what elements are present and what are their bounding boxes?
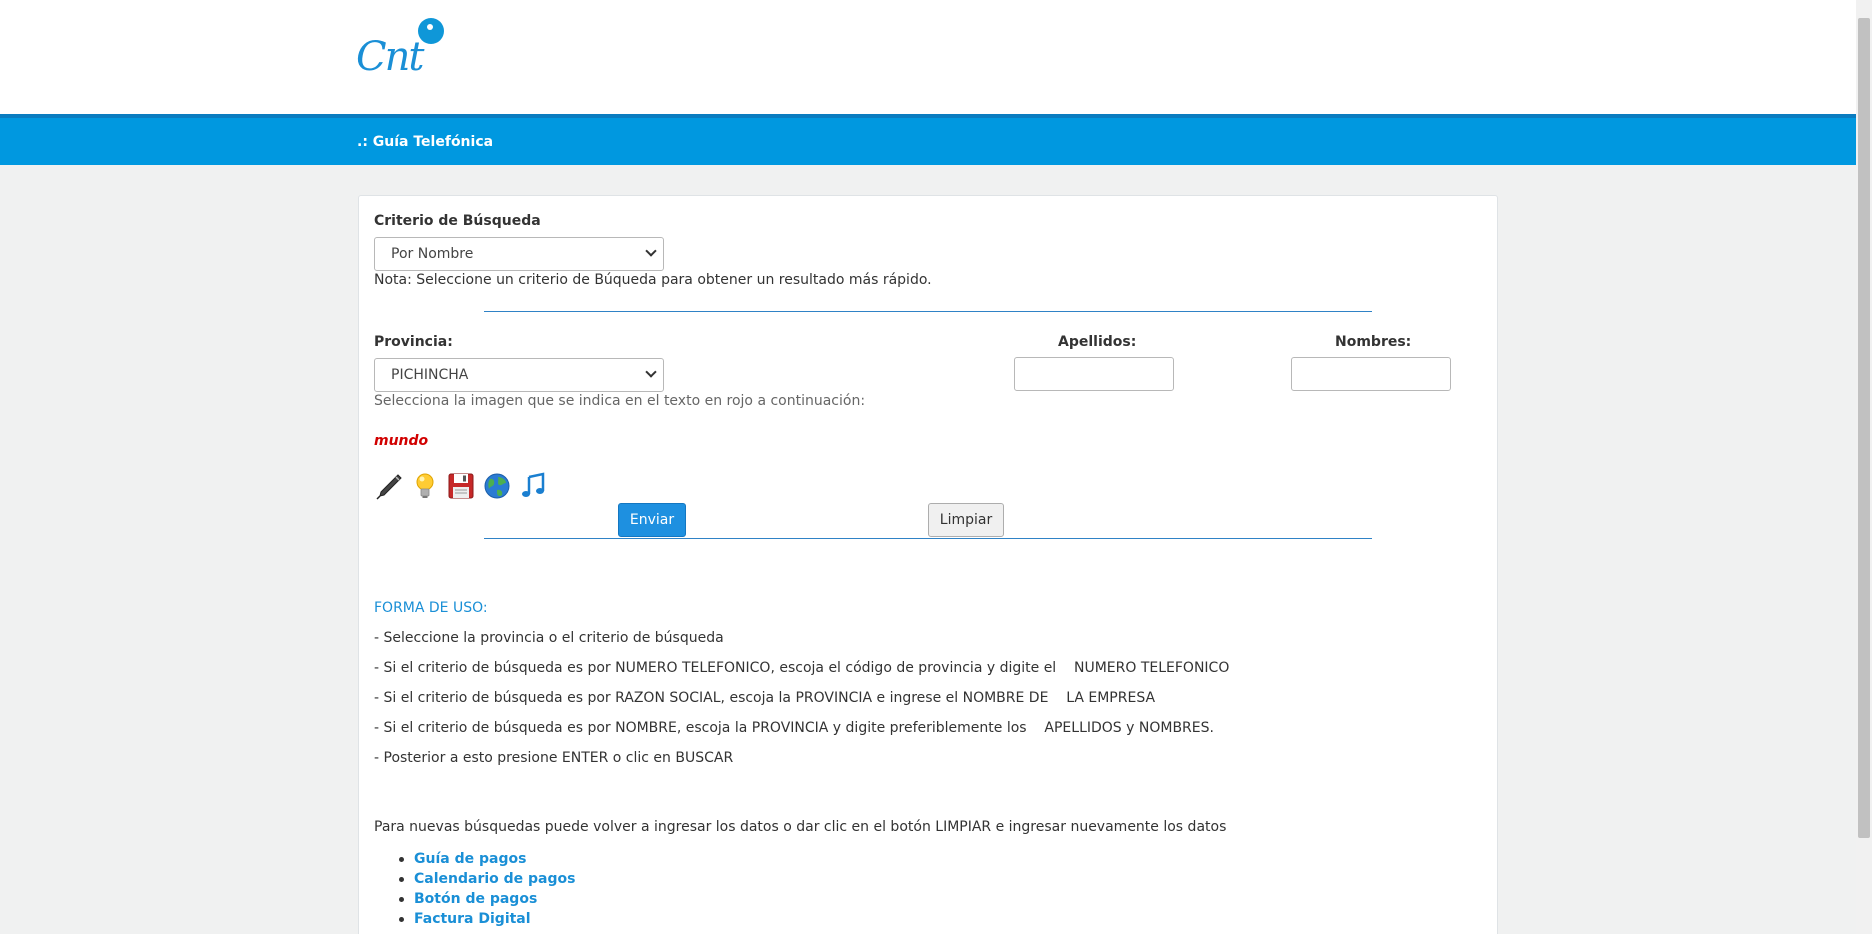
provincia-select-value: PICHINCHA xyxy=(391,367,469,383)
lightbulb-icon[interactable] xyxy=(410,471,440,501)
link-factura-digital[interactable]: Factura Digital xyxy=(398,909,575,929)
floppy-disk-icon[interactable] xyxy=(446,471,476,501)
link-guia-de-pagos[interactable]: Guía de pagos xyxy=(398,849,575,869)
apellidos-input[interactable] xyxy=(1014,357,1174,391)
logo-dot-icon xyxy=(418,18,444,44)
pen-icon[interactable] xyxy=(374,471,404,501)
nombres-label: Nombres: xyxy=(1335,334,1412,350)
nombres-input[interactable] xyxy=(1291,357,1451,391)
link-calendario-de-pagos[interactable]: Calendario de pagos xyxy=(398,869,575,889)
globe-icon[interactable] xyxy=(482,471,512,501)
captcha-instruction: Selecciona la imagen que se indica en el… xyxy=(374,393,866,409)
divider xyxy=(484,538,1372,539)
search-form-card: Criterio de Búsqueda Por Nombre Nota: Se… xyxy=(358,195,1498,934)
instruction-line: - Seleccione la provincia o el criterio … xyxy=(374,630,724,646)
instruction-line: - Si el criterio de búsqueda es por NOMB… xyxy=(374,720,1214,736)
links-list: Guía de pagos Calendario de pagos Botón … xyxy=(398,849,575,929)
instruction-line: - Si el criterio de búsqueda es por RAZO… xyxy=(374,690,1156,706)
enviar-button[interactable]: Enviar xyxy=(618,503,686,537)
link-boton-de-pagos[interactable]: Botón de pagos xyxy=(398,889,575,909)
criterio-select-value: Por Nombre xyxy=(391,246,474,262)
instruction-line: - Posterior a esto presione ENTER o clic… xyxy=(374,750,734,766)
cnt-logo[interactable]: Cnt xyxy=(356,18,448,80)
divider xyxy=(484,311,1372,312)
new-search-note: Para nuevas búsquedas puede volver a ing… xyxy=(374,819,1227,835)
scrollbar-thumb[interactable] xyxy=(1858,18,1870,838)
nota-text: Nota: Seleccione un criterio de Búqueda … xyxy=(374,272,932,288)
forma-de-uso-title: FORMA DE USO: xyxy=(374,600,488,616)
scrollbar[interactable] xyxy=(1856,0,1872,934)
provincia-label: Provincia: xyxy=(374,334,453,350)
apellidos-label: Apellidos: xyxy=(1058,334,1137,350)
chevron-down-icon xyxy=(645,366,657,378)
captcha-word: mundo xyxy=(374,433,429,449)
provincia-select[interactable]: PICHINCHA xyxy=(374,358,664,392)
criterio-label: Criterio de Búsqueda xyxy=(374,213,541,229)
criterio-select[interactable]: Por Nombre xyxy=(374,237,664,271)
limpiar-button[interactable]: Limpiar xyxy=(928,503,1004,537)
instruction-line: - Si el criterio de búsqueda es por NUME… xyxy=(374,660,1230,676)
site-header: Cnt xyxy=(0,0,1856,114)
page-title: .: Guía Telefónica xyxy=(357,134,494,150)
section-bar: .: Guía Telefónica xyxy=(0,114,1856,165)
logo-text: Cnt xyxy=(356,34,424,80)
music-note-icon[interactable] xyxy=(518,471,548,501)
chevron-down-icon xyxy=(645,245,657,257)
